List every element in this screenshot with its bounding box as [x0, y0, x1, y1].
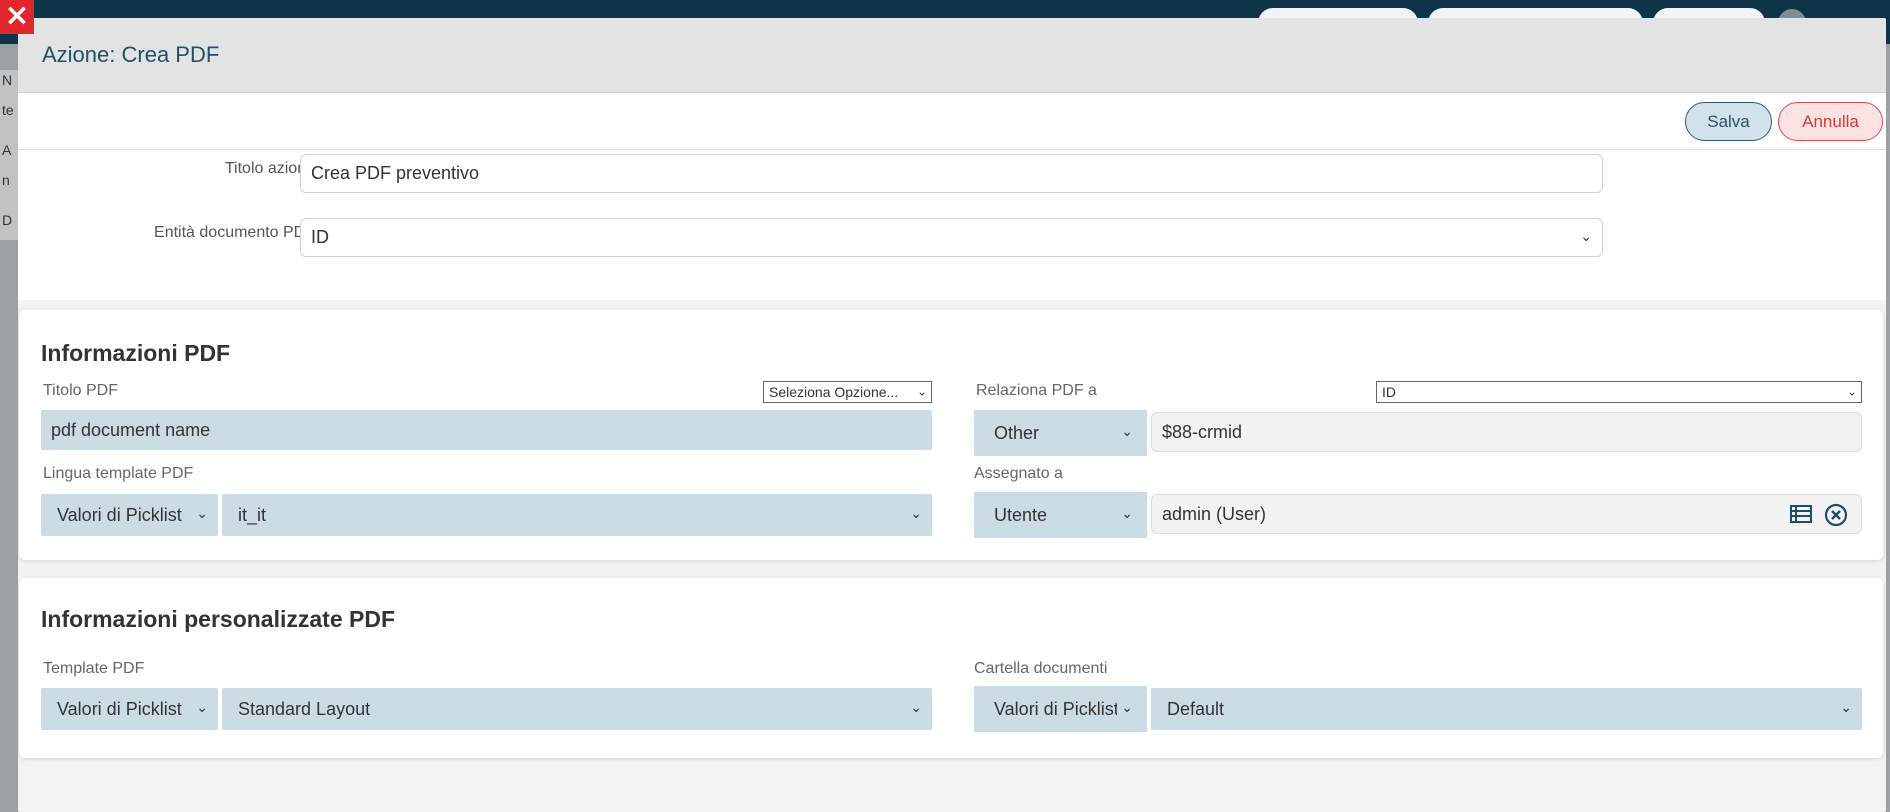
- lang-type-select[interactable]: Valori di Picklist ⌄: [41, 494, 218, 536]
- lang-value-select[interactable]: it_it ⌄: [222, 494, 932, 536]
- relate-value-input[interactable]: $88-crmid: [1151, 412, 1862, 452]
- chevron-down-icon: ⌄: [1840, 700, 1852, 717]
- folder-type-value: Valori di Picklist: [994, 698, 1119, 719]
- action-fields: Titolo azione Crea PDF preventivo Entità…: [18, 150, 1886, 300]
- lang-type-value: Valori di Picklist: [57, 504, 182, 525]
- folder-value: Default: [1167, 698, 1225, 719]
- create-pdf-modal: Azione: Crea PDF Salva Annulla Titolo az…: [18, 18, 1886, 812]
- pdf-info-section-title: Informazioni PDF: [41, 340, 231, 366]
- pdf-title-label: Titolo PDF: [43, 382, 118, 399]
- modal-title: Azione: Crea PDF: [42, 42, 220, 67]
- background-text: te: [2, 102, 14, 118]
- background-text: n: [2, 172, 10, 188]
- save-button[interactable]: Salva: [1685, 102, 1772, 141]
- background-text: N: [2, 72, 13, 88]
- pdf-info-card: Informazioni PDF Titolo PDF Seleziona Op…: [19, 310, 1883, 560]
- close-icon[interactable]: ×: [0, 0, 34, 34]
- pdf-title-option-select[interactable]: Seleziona Opzione... ⌄: [763, 381, 932, 403]
- chevron-down-icon: ⌄: [1117, 700, 1133, 717]
- chevron-down-icon: ⌄: [1846, 384, 1857, 399]
- entity-select-value: ID: [311, 227, 329, 247]
- modal-toolbar: Salva Annulla: [18, 93, 1886, 150]
- template-value-select[interactable]: Standard Layout ⌄: [222, 688, 932, 730]
- list-icon[interactable]: [1790, 504, 1812, 524]
- clear-circle-icon[interactable]: [1824, 503, 1848, 527]
- chevron-down-icon: ⌄: [1121, 424, 1133, 441]
- entity-label: Entità documento PDF: [154, 224, 315, 241]
- pdf-title-option-value: Seleziona Opzione...: [769, 384, 899, 400]
- relate-type-value: Other: [994, 422, 1040, 443]
- template-label: Template PDF: [43, 660, 145, 677]
- action-title-input[interactable]: Crea PDF preventivo: [300, 154, 1603, 193]
- folder-label: Cartella documenti: [974, 660, 1108, 677]
- folder-value-select[interactable]: Default ⌄: [1151, 688, 1862, 730]
- modal-header: Azione: Crea PDF: [18, 18, 1886, 93]
- cancel-button[interactable]: Annulla: [1778, 102, 1883, 141]
- entity-select[interactable]: ID ⌄: [300, 218, 1603, 257]
- pdf-title-input[interactable]: pdf document name: [41, 410, 932, 450]
- chevron-down-icon: ⌄: [1580, 228, 1592, 245]
- relate-select[interactable]: ID ⌄: [1376, 381, 1862, 403]
- chevron-down-icon: ⌄: [916, 384, 927, 399]
- relate-select-value: ID: [1382, 384, 1396, 400]
- assigned-type-value: Utente: [994, 504, 1048, 525]
- chevron-down-icon: ⌄: [910, 700, 922, 717]
- lang-value: it_it: [238, 504, 267, 525]
- assigned-label: Assegnato a: [974, 465, 1063, 482]
- lang-label: Lingua template PDF: [43, 465, 194, 482]
- action-title-label: Titolo azione: [224, 160, 315, 177]
- chevron-down-icon: ⌄: [1121, 506, 1133, 523]
- pdf-custom-section-title: Informazioni personalizzate PDF: [41, 606, 395, 632]
- pdf-custom-card: Informazioni personalizzate PDF Template…: [19, 578, 1883, 758]
- template-type-select[interactable]: Valori di Picklist ⌄: [41, 688, 218, 730]
- chevron-down-icon: ⌄: [910, 506, 922, 523]
- assigned-type-select[interactable]: Utente ⌄: [978, 494, 1143, 536]
- background-text: D: [2, 212, 13, 228]
- assigned-value-input[interactable]: admin (User): [1151, 494, 1862, 534]
- chevron-down-icon: ⌄: [192, 506, 208, 523]
- folder-type-select[interactable]: Valori di Picklist ⌄: [978, 688, 1143, 730]
- relate-type-select[interactable]: Other ⌄: [978, 412, 1143, 454]
- background-text: A: [2, 142, 12, 158]
- assigned-value: admin (User): [1162, 503, 1267, 524]
- chevron-down-icon: ⌄: [192, 700, 208, 717]
- template-value: Standard Layout: [238, 698, 371, 719]
- template-type-value: Valori di Picklist: [57, 698, 182, 719]
- relate-label: Relaziona PDF a: [976, 382, 1097, 399]
